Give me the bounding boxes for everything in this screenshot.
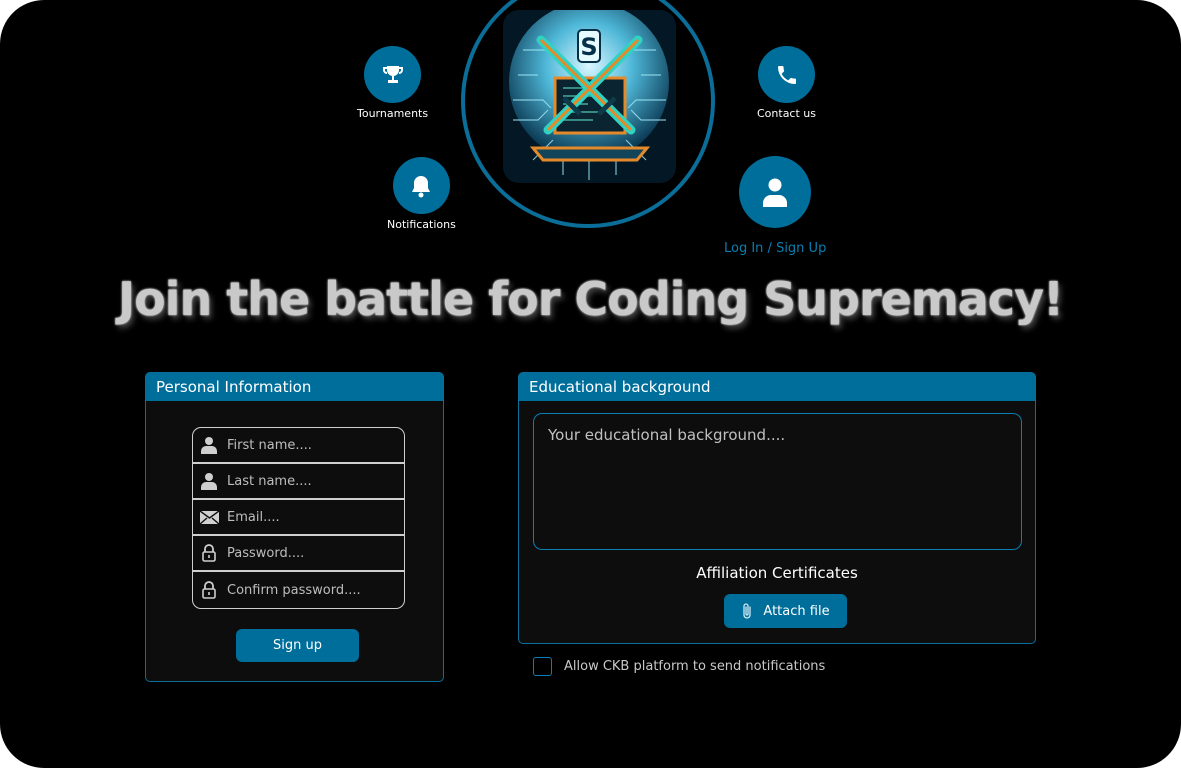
personal-fields [192, 427, 405, 609]
svg-text:S: S [580, 33, 597, 61]
trophy-icon [382, 65, 403, 83]
education-panel: Educational background Affiliation Certi… [518, 372, 1036, 644]
attach-file-button[interactable]: Attach file [724, 594, 847, 628]
last-name-input[interactable] [225, 472, 399, 490]
tournaments-button[interactable] [364, 46, 422, 103]
notifications-consent[interactable]: Allow CKB platform to send notifications [533, 657, 825, 676]
crossed-swords-logo-icon: S [503, 10, 676, 183]
first-name-row [193, 428, 404, 464]
app-window: Tournaments Notifications Contact us Log… [0, 0, 1181, 768]
nav-login-label[interactable]: Log In / Sign Up [724, 241, 826, 256]
password-input[interactable] [225, 544, 399, 562]
envelope-icon [193, 510, 225, 524]
certificates-label: Affiliation Certificates [696, 564, 858, 582]
user-icon [193, 436, 225, 454]
user-icon [763, 178, 788, 207]
page-title: Join the battle for Coding Supremacy! [117, 272, 1064, 326]
paperclip-icon [743, 603, 752, 619]
password-row [193, 536, 404, 572]
notifications-button[interactable] [392, 157, 450, 214]
sign-up-button[interactable]: Sign up [236, 629, 359, 662]
user-icon [193, 472, 225, 490]
email-input[interactable] [225, 508, 399, 526]
first-name-input[interactable] [225, 436, 399, 454]
personal-info-panel: Personal Information First name.... Last… [145, 372, 444, 682]
confirm-password-row [193, 572, 404, 608]
contact-button[interactable] [758, 46, 815, 103]
nav-notifications-label: Notifications [387, 218, 456, 231]
nav-notifications[interactable]: Notifications [387, 157, 456, 231]
bell-icon [412, 175, 431, 197]
nav-contact-label: Contact us [757, 107, 816, 120]
confirm-password-input[interactable] [225, 581, 399, 599]
nav-tournaments-label: Tournaments [357, 107, 429, 120]
notifications-checkbox[interactable] [533, 657, 552, 676]
notifications-consent-label: Allow CKB platform to send notifications [564, 659, 826, 674]
lock-icon [193, 544, 225, 562]
nav-tournaments[interactable]: Tournaments [357, 46, 428, 120]
email-row [193, 500, 404, 536]
last-name-row [193, 464, 404, 500]
phone-icon [777, 65, 796, 84]
attach-file-label: Attach file [763, 603, 830, 619]
education-textarea[interactable] [533, 413, 1022, 550]
personal-info-header: Personal Information [146, 373, 443, 401]
logo: S [503, 10, 676, 183]
nav-login[interactable]: Log In / Sign Up [724, 156, 826, 256]
login-button[interactable] [739, 156, 812, 228]
nav-contact[interactable]: Contact us [757, 46, 816, 120]
lock-icon [193, 581, 225, 599]
education-header: Educational background [519, 373, 1035, 401]
